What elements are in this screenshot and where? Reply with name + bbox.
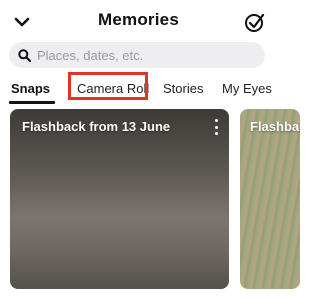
select-button[interactable] <box>241 8 269 36</box>
page-title: Memories <box>98 10 179 29</box>
tab-snaps[interactable]: Snaps <box>11 81 50 96</box>
memory-tile[interactable]: Flashback from 13 June <box>10 109 229 289</box>
more-vertical-icon <box>214 119 218 122</box>
highlight-box <box>68 72 148 100</box>
tab-my-eyes[interactable]: My Eyes <box>222 81 272 96</box>
check-circle-icon <box>245 13 265 32</box>
search-icon <box>18 48 31 62</box>
more-options-button[interactable] <box>211 119 221 135</box>
memory-tile-label: Flashback <box>250 119 300 134</box>
search-input[interactable] <box>37 47 257 63</box>
active-tab-indicator <box>9 101 55 104</box>
memory-tile[interactable]: Flashback <box>240 109 300 289</box>
memory-tile-label: Flashback from 13 June <box>22 119 171 134</box>
header: Memories <box>0 0 277 40</box>
tab-stories[interactable]: Stories <box>163 81 203 96</box>
search-bar[interactable] <box>9 42 265 68</box>
